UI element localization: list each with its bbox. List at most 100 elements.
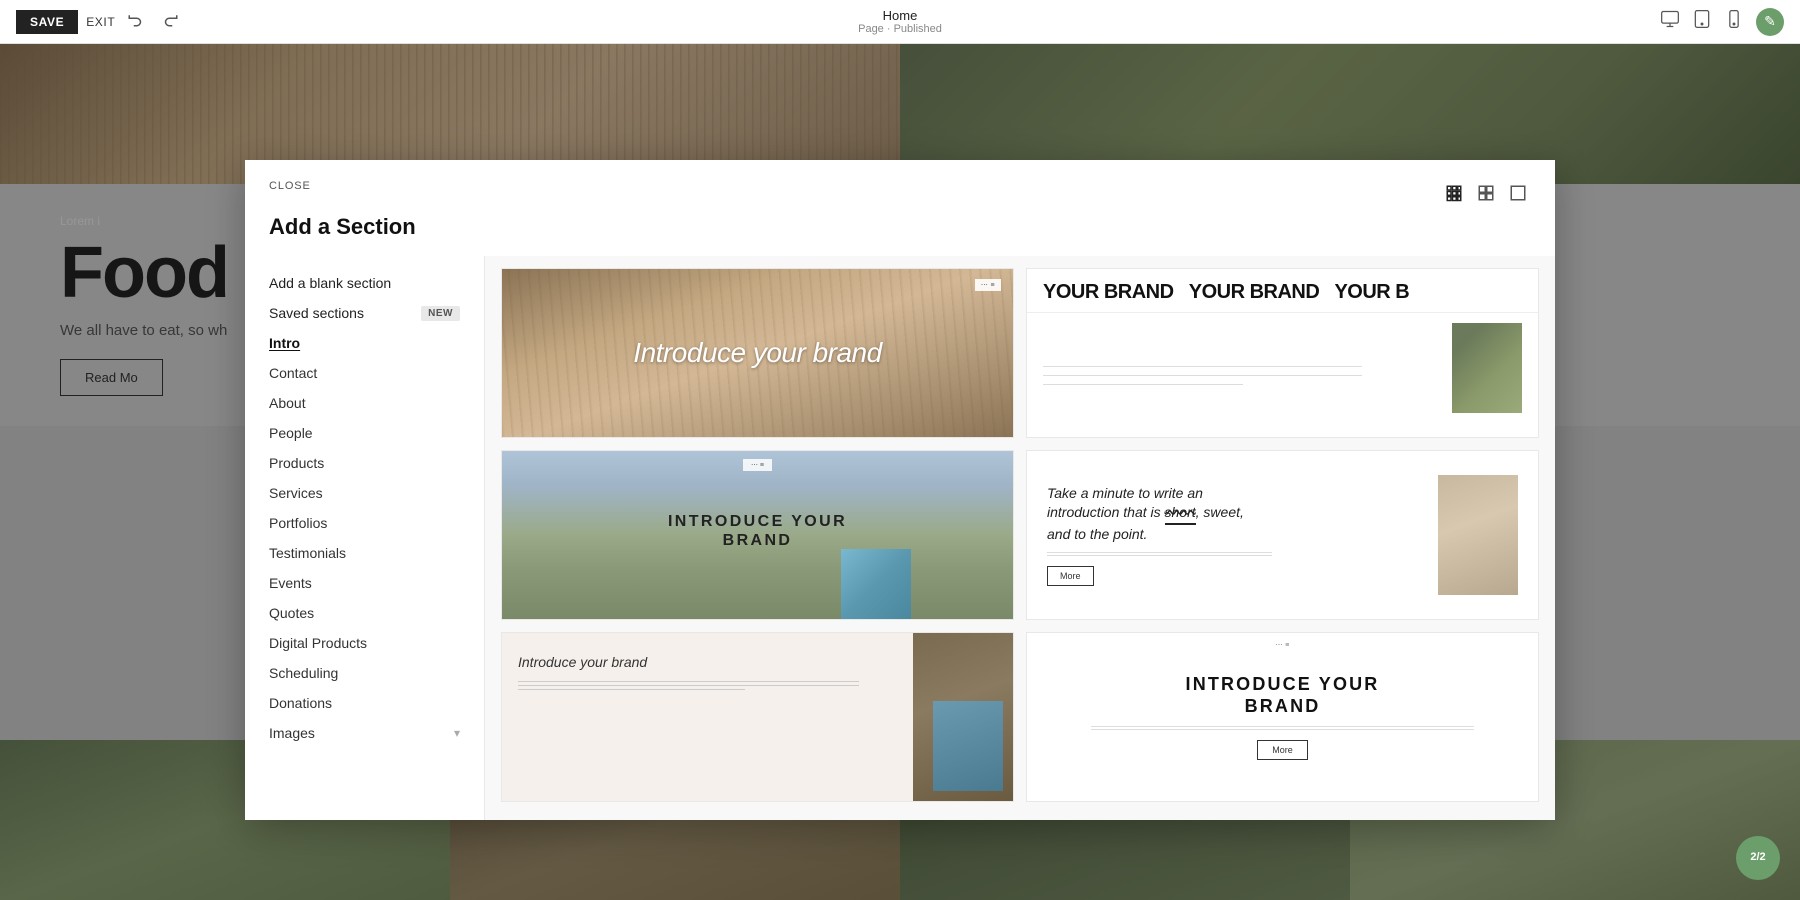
sidebar-item-services[interactable]: Services [245,478,484,508]
save-button[interactable]: SAVE [16,10,78,34]
desktop-view-icon[interactable] [1660,9,1680,34]
new-badge: NEW [421,306,460,321]
template-card-mountain-overlay[interactable]: ⋯ ≡ INTRODUCE YOURBRAND [501,450,1014,620]
products-label: Products [269,455,324,471]
grid-3-view-button[interactable] [1441,180,1467,206]
edit-mode-icon[interactable]: ✎ [1756,8,1784,36]
sidebar-item-quotes[interactable]: Quotes [245,598,484,628]
sidebar-item-contact[interactable]: Contact [245,358,484,388]
services-label: Services [269,485,323,501]
tpl2-line-2 [1043,375,1362,376]
sidebar: Add a blank section Saved sections NEW I… [245,256,485,820]
add-blank-label: Add a blank section [269,275,391,291]
sidebar-item-people[interactable]: People [245,418,484,448]
saved-sections-label: Saved sections [269,305,364,321]
sidebar-item-events[interactable]: Events [245,568,484,598]
modal-close-button[interactable]: CLOSE [269,180,311,192]
tpl2-image [1452,323,1522,413]
tpl2-text-col [1043,323,1442,427]
tpl5-left: Introduce your brand [502,633,913,801]
redo-icon [161,13,179,31]
undo-button[interactable] [123,9,149,35]
redo-button[interactable] [157,9,183,35]
tpl6-button: More [1257,740,1308,760]
tpl5-lines [518,681,897,690]
grid-2-icon [1477,184,1495,202]
tpl5-title: Introduce your brand [518,653,897,671]
sidebar-item-images[interactable]: Images ▾ [245,718,484,748]
page-status: Page · Published [858,23,942,35]
tpl5-overlay-image [933,701,1003,791]
tpl2-line-1 [1043,366,1362,367]
sidebar-item-donations[interactable]: Donations [245,688,484,718]
tpl1-nav: ⋯ ≡ [975,279,1001,291]
grid-2-view-button[interactable] [1473,180,1499,206]
sidebar-item-add-blank[interactable]: Add a blank section [245,268,484,298]
quotes-label: Quotes [269,605,314,621]
tpl3-small-image [841,549,911,619]
tpl5-line-3 [518,689,745,690]
single-view-button[interactable] [1505,180,1531,206]
tpl6-title: INTRODUCE YOURBRAND [1186,674,1380,717]
template-card-text-image[interactable]: Take a minute to write anintroduction th… [1026,450,1539,620]
tpl6-lines [1091,726,1474,730]
about-label: About [269,395,306,411]
grid-3-icon [1445,184,1463,202]
exit-button[interactable]: EXIT [86,15,115,29]
templates-grid: ⋯ ≡ Introduce your brand YOUR BRAND YOUR… [501,268,1539,802]
tpl4-line-2 [1047,555,1272,556]
toolbar-center: Home Page · Published [858,8,942,35]
sidebar-item-portfolios[interactable]: Portfolios [245,508,484,538]
sidebar-item-scheduling[interactable]: Scheduling [245,658,484,688]
tpl6-nav: ⋯ ≡ [1275,641,1289,649]
portfolios-label: Portfolios [269,515,327,531]
tpl4-image [1438,475,1518,595]
people-label: People [269,425,313,441]
sidebar-item-about[interactable]: About [245,388,484,418]
tpl4-sub-lines [1047,552,1422,556]
tpl4-text-col: Take a minute to write anintroduction th… [1047,484,1422,587]
mobile-view-icon[interactable] [1724,9,1744,34]
intro-label: Intro [269,335,300,351]
tpl3-title-text: INTRODUCE YOURBRAND [668,512,847,550]
tpl1-intro-text: Introduce your brand [633,337,881,369]
events-label: Events [269,575,312,591]
toolbar-left: SAVE EXIT [16,9,183,35]
scheduling-label: Scheduling [269,665,338,681]
donations-label: Donations [269,695,332,711]
sidebar-item-digital-products[interactable]: Digital Products [245,628,484,658]
tpl4-headline: Take a minute to write anintroduction th… [1047,484,1422,545]
digital-products-label: Digital Products [269,635,367,651]
template-card-brand-marquee[interactable]: YOUR BRAND YOUR BRAND YOUR B [1026,268,1539,438]
template-card-white-intro[interactable]: ⋯ ≡ INTRODUCE YOURBRAND More [1026,632,1539,802]
sidebar-item-intro[interactable]: Intro [245,328,484,358]
single-view-icon [1509,184,1527,202]
tpl3-nav: ⋯ ≡ [743,459,772,471]
templates-content-area: ⋯ ≡ Introduce your brand YOUR BRAND YOUR… [485,256,1555,820]
tpl4-line-1 [1047,552,1272,553]
sidebar-item-saved-sections[interactable]: Saved sections NEW [245,298,484,328]
testimonials-label: Testimonials [269,545,346,561]
sidebar-item-products[interactable]: Products [245,448,484,478]
toolbar: SAVE EXIT Home Page · Published ✎ [0,0,1800,44]
modal-title: Add a Section [245,206,1555,256]
tablet-view-icon[interactable] [1692,9,1712,34]
view-icons-group [1441,180,1531,206]
modal-body: Add a blank section Saved sections NEW I… [245,256,1555,820]
tpl6-line-1 [1091,726,1474,727]
sidebar-item-testimonials[interactable]: Testimonials [245,538,484,568]
add-section-modal: CLOSE Add a Section [245,160,1555,820]
page-name: Home [858,8,942,23]
undo-icon [127,13,145,31]
contact-label: Contact [269,365,317,381]
modal-header: CLOSE [245,160,1555,206]
template-card-text-left-img-right[interactable]: Introduce your brand [501,632,1014,802]
tpl2-marquee-text: YOUR BRAND YOUR BRAND YOUR B [1027,269,1538,313]
tpl2-body [1027,313,1538,437]
page-number-badge[interactable]: 2/2 [1736,836,1780,880]
tpl4-button: More [1047,566,1094,586]
tpl5-line-2 [518,685,859,686]
images-label: Images [269,725,315,741]
template-card-hero-wheat[interactable]: ⋯ ≡ Introduce your brand [501,268,1014,438]
tpl2-line-3 [1043,384,1243,385]
